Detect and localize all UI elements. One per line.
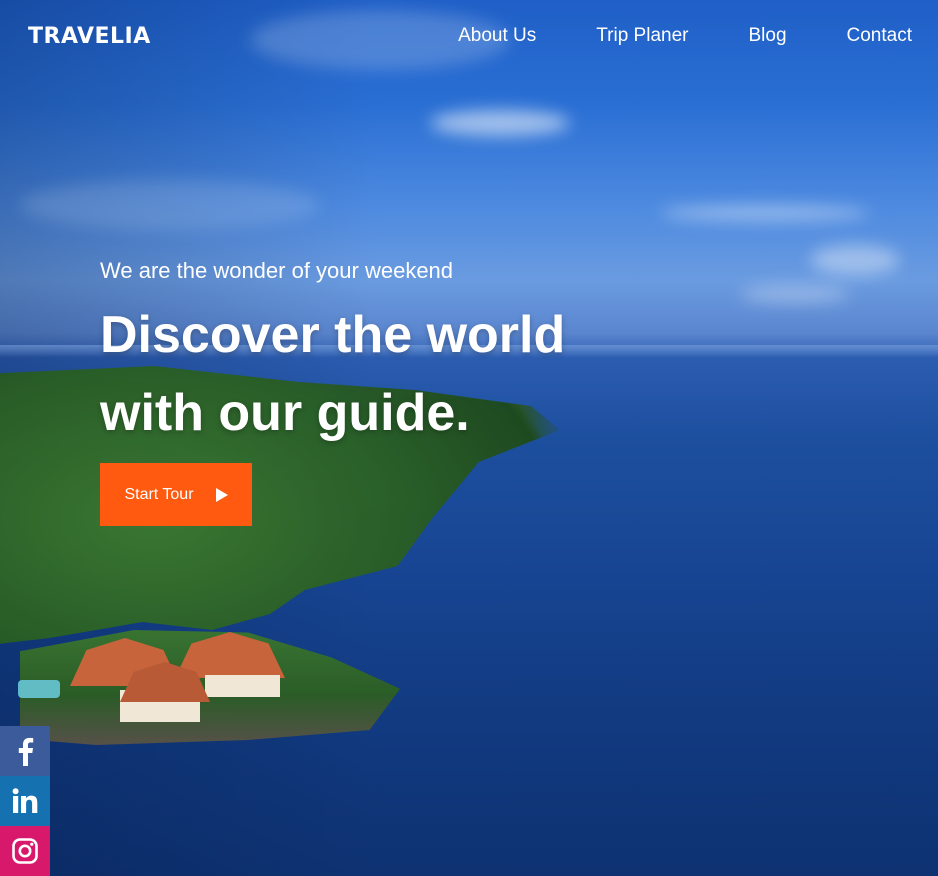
nav-link-blog[interactable]: Blog	[748, 24, 786, 48]
hero-headline-line-2: with our guide.	[100, 384, 470, 442]
facebook-link[interactable]	[0, 726, 50, 776]
cloud	[740, 285, 850, 303]
play-icon	[215, 487, 228, 502]
start-tour-label: Start Tour	[124, 485, 194, 503]
site-logo[interactable]: TRAVELIA	[28, 24, 151, 50]
cloud	[430, 110, 570, 136]
hero-tagline: We are the wonder of your weekend	[100, 258, 454, 283]
nav-link-about-us[interactable]: About Us	[458, 24, 536, 48]
cloud	[20, 180, 320, 230]
hero-headline: Discover the world with our guide.	[100, 296, 620, 452]
main-nav: About Us Trip Planer Blog Contact	[458, 24, 912, 48]
start-tour-button[interactable]: Start Tour	[100, 463, 252, 526]
hero-headline-line-1: Discover the world	[100, 306, 566, 364]
site-header: TRAVELIA About Us Trip Planer Blog Conta…	[0, 0, 938, 72]
house-wall	[205, 675, 280, 697]
nav-link-contact[interactable]: Contact	[847, 24, 912, 48]
instagram-icon	[11, 837, 39, 865]
linkedin-icon	[10, 786, 40, 816]
nav-link-trip-planer[interactable]: Trip Planer	[596, 24, 688, 48]
cloud	[810, 245, 900, 275]
instagram-link[interactable]	[0, 826, 50, 876]
cloud	[660, 205, 870, 221]
facebook-icon	[14, 736, 36, 766]
hero-content: We are the wonder of your weekend Discov…	[100, 256, 620, 452]
pool	[18, 680, 60, 698]
social-sidebar	[0, 726, 50, 876]
linkedin-link[interactable]	[0, 776, 50, 826]
